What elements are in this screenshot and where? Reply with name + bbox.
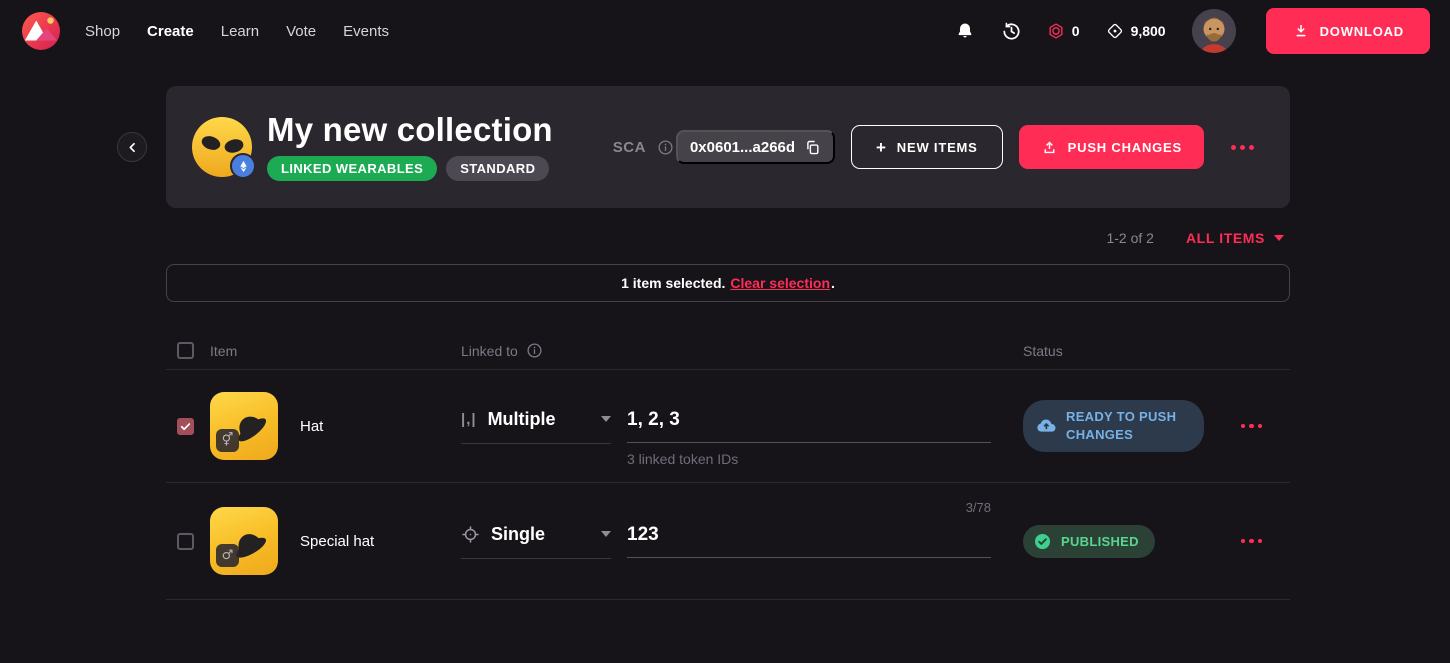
cloud-upload-icon <box>1035 415 1057 437</box>
sca-label: SCA <box>613 139 646 156</box>
selection-bar: 1 item selected. Clear selection . <box>166 264 1290 302</box>
linked-mode-dropdown[interactable]: Single <box>461 524 611 559</box>
back-button[interactable] <box>117 132 147 162</box>
status-label: PUBLISHED <box>1061 534 1139 549</box>
table-row-hat: ⚥ Hat |,| Multiple 3 linked token IDs RE… <box>166 370 1290 483</box>
push-changes-button[interactable]: PUSH CHANGES <box>1019 125 1204 169</box>
download-label: DOWNLOAD <box>1320 24 1404 39</box>
items-filter-dropdown[interactable]: ALL ITEMS <box>1186 230 1284 246</box>
token-ids-helper: 3 linked token IDs <box>627 451 738 467</box>
items-filter-label: ALL ITEMS <box>1186 230 1265 246</box>
caret-down-icon <box>1274 235 1284 241</box>
copy-icon <box>804 139 821 156</box>
item-more-options-button[interactable] <box>1241 535 1263 548</box>
bell-icon[interactable] <box>955 21 975 41</box>
selection-suffix: . <box>831 275 835 291</box>
upload-icon <box>1041 139 1058 156</box>
multiple-ids-icon: |,| <box>461 411 477 428</box>
polygon-mana-balance[interactable]: 0 <box>1047 22 1080 40</box>
collection-title-block: My new collection LINKED WEARABLES STAND… <box>267 113 553 181</box>
polygon-mana-amount: 0 <box>1072 23 1080 39</box>
body-shape-icon: ♂ <box>216 544 239 567</box>
polygon-mana-icon <box>1047 22 1065 40</box>
status-badge-ready: READY TO PUSH CHANGES <box>1023 400 1204 451</box>
status-cell: PUBLISHED <box>1023 525 1213 558</box>
selection-text: 1 item selected. <box>621 275 725 291</box>
nav-create[interactable]: Create <box>147 23 194 40</box>
activity-history-icon[interactable] <box>1001 21 1021 41</box>
download-button[interactable]: DOWNLOAD <box>1266 8 1430 54</box>
sca-group: SCA <box>613 139 674 156</box>
collection-more-options-button[interactable] <box>1231 141 1254 154</box>
collection-thumbnail <box>192 117 252 177</box>
token-ids-field: 3 linked token IDs <box>627 409 991 443</box>
contract-address: 0x0601...a266d <box>690 139 795 156</box>
nav-shop[interactable]: Shop <box>85 23 120 40</box>
token-ids-input[interactable] <box>627 524 991 558</box>
new-items-label: NEW ITEMS <box>897 140 978 155</box>
select-all-checkbox[interactable] <box>177 342 194 359</box>
item-thumbnail: ⚥ <box>210 392 278 460</box>
download-icon <box>1292 22 1310 40</box>
linked-wearables-badge: LINKED WEARABLES <box>267 156 437 181</box>
user-avatar[interactable] <box>1192 9 1236 53</box>
caret-down-icon <box>601 531 611 537</box>
chevron-left-icon <box>125 140 140 155</box>
column-item: Item <box>210 343 461 359</box>
topbar-right: 0 9,800 <box>955 8 1430 54</box>
caret-down-icon <box>601 416 611 422</box>
collection-title: My new collection <box>267 113 553 148</box>
contract-address-chip[interactable]: 0x0601...a266d <box>676 130 835 164</box>
nav-vote[interactable]: Vote <box>286 23 316 40</box>
row-checkbox[interactable] <box>177 418 194 435</box>
column-linked-to: Linked to <box>461 342 1023 359</box>
collection-badges: LINKED WEARABLES STANDARD <box>267 156 553 181</box>
plus-icon: + <box>876 139 887 156</box>
linked-mode-dropdown[interactable]: |,| Multiple <box>461 409 611 444</box>
item-name: Special hat <box>300 533 461 550</box>
linked-mode-label: Multiple <box>488 409 556 430</box>
standard-badge: STANDARD <box>446 156 549 181</box>
decentraland-logo-icon[interactable] <box>22 12 60 50</box>
mana-amount: 9,800 <box>1131 23 1166 39</box>
main-nav: Shop Create Learn Vote Events <box>85 23 389 40</box>
body-shape-icon: ⚥ <box>216 429 239 452</box>
clear-selection-link[interactable]: Clear selection <box>730 275 830 291</box>
status-label: READY TO PUSH CHANGES <box>1066 408 1188 443</box>
push-changes-label: PUSH CHANGES <box>1068 140 1182 155</box>
nav-learn[interactable]: Learn <box>221 23 259 40</box>
mana-icon <box>1106 22 1124 40</box>
crosshair-icon <box>461 525 480 544</box>
items-toolbar: 1-2 of 2 ALL ITEMS <box>166 224 1290 252</box>
mana-balance[interactable]: 9,800 <box>1106 22 1166 40</box>
linked-to-info-icon[interactable] <box>526 342 543 359</box>
column-status: Status <box>1023 343 1063 359</box>
item-name: Hat <box>300 418 461 435</box>
token-ids-input[interactable] <box>627 409 991 443</box>
nav-events[interactable]: Events <box>343 23 389 40</box>
item-thumbnail: ♂ <box>210 507 278 575</box>
new-items-button[interactable]: + NEW ITEMS <box>851 125 1003 169</box>
topbar: Shop Create Learn Vote Events <box>0 0 1450 62</box>
items-range-text: 1-2 of 2 <box>1106 230 1153 246</box>
items-table-header: Item Linked to Status <box>166 332 1290 370</box>
char-counter: 3/78 <box>966 500 991 515</box>
item-more-options-button[interactable] <box>1241 420 1263 433</box>
table-row-special-hat: ♂ Special hat Single 3/78 <box>166 483 1290 600</box>
ethereum-network-icon <box>230 153 256 179</box>
row-checkbox[interactable] <box>177 533 194 550</box>
status-badge-published: PUBLISHED <box>1023 525 1155 558</box>
linked-mode-label: Single <box>491 524 545 545</box>
token-ids-field: 3/78 <box>627 524 991 558</box>
collection-page: My new collection LINKED WEARABLES STAND… <box>166 86 1290 600</box>
collection-header-card: My new collection LINKED WEARABLES STAND… <box>166 86 1290 208</box>
status-cell: READY TO PUSH CHANGES <box>1023 400 1213 451</box>
check-circle-icon <box>1033 532 1052 551</box>
sca-info-icon[interactable] <box>657 139 674 156</box>
